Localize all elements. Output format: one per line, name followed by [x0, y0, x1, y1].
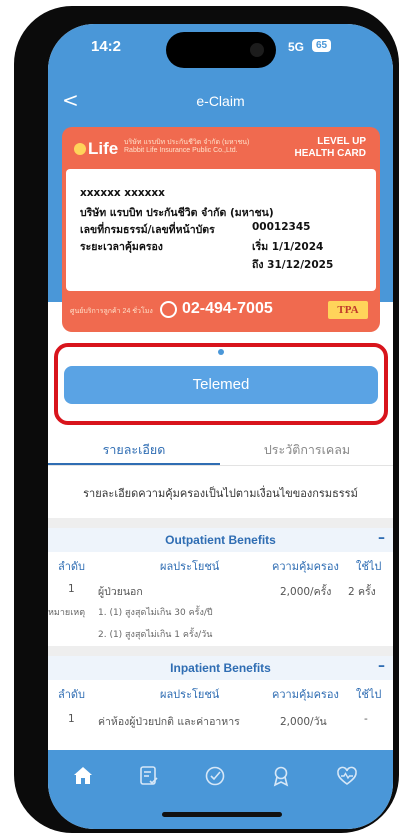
inpatient-column-header: ลำดับ ผลประโยชน์ ความคุ้มครอง ใช้ไป: [48, 680, 393, 704]
active-tab-underline: [48, 463, 220, 465]
col-benefit: ผลประโยชน์: [160, 688, 220, 701]
col-coverage: ความคุ้มครอง: [272, 688, 339, 701]
logo-text: Life: [88, 139, 119, 158]
battery-indicator: 65: [312, 39, 332, 52]
coverage-description: รายละเอียดความคุ้มครองเป็นไปตามเงื่อนไขข…: [83, 487, 358, 500]
holder-name: xxxxxx xxxxxx: [80, 187, 165, 199]
section-divider: [48, 646, 393, 656]
note-label: หมายเหตุ: [48, 608, 86, 618]
card-header: Life บริษัท แรบบิท ประกันชีวิต จำกัด (มห…: [62, 127, 380, 169]
table-row: 1 ค่าห้องผู้ป่วยปกติ และค่าอาหาร 2,000/ว…: [48, 708, 393, 732]
note-item: 2. (1) สูงสุดไม่เกิน 1 ครั้ง/วัน: [98, 630, 213, 640]
tab-detail[interactable]: รายละเอียด: [48, 440, 220, 460]
note-row: หมายเหตุ 1. (1) สูงสุดไม่เกิน 30 ครั้ง/ป…: [48, 600, 393, 624]
hotline-label: ศูนย์บริการลูกค้า 24 ชั่วโมง: [70, 308, 153, 315]
home-icon[interactable]: [71, 764, 95, 788]
row-used: -: [364, 713, 368, 725]
collapse-icon[interactable]: –: [378, 530, 385, 546]
row-used: 2 ครั้ง: [348, 586, 376, 598]
row-no: 1: [68, 713, 75, 725]
inpatient-title: Inpatient Benefits: [170, 661, 271, 675]
insurance-card: Life บริษัท แรบบิท ประกันชีวิต จำกัด (มห…: [62, 127, 380, 332]
card-level-line2: HEALTH CARD: [294, 148, 366, 159]
screen: 14:2 5G 65 < e-Claim Life บริษัท แรบบิท …: [48, 24, 393, 829]
outpatient-section-header[interactable]: Outpatient Benefits –: [48, 528, 393, 552]
card-footer: ศูนย์บริการลูกค้า 24 ชั่วโมง 02-494-7005…: [62, 291, 380, 332]
claim-list-icon[interactable]: [137, 764, 161, 788]
row-no: 1: [68, 583, 75, 595]
row-coverage: 2,000/ครั้ง: [280, 586, 332, 598]
table-row: 1 ผู้ป่วยนอก 2,000/ครั้ง 2 ครั้ง: [48, 578, 393, 602]
check-circle-icon[interactable]: [203, 764, 227, 788]
outpatient-title: Outpatient Benefits: [165, 533, 276, 547]
col-no: ลำดับ: [58, 688, 86, 701]
outpatient-column-header: ลำดับ ผลประโยชน์ ความคุ้มครอง ใช้ไป: [48, 552, 393, 576]
network-indicator: 5G: [288, 40, 305, 54]
col-used: ใช้ไป: [356, 560, 382, 573]
camera-icon: [250, 43, 264, 57]
nav-bar: < e-Claim: [48, 86, 393, 116]
insurer-name-english: Rabbit Life Insurance Public Co.,Ltd.: [124, 147, 238, 154]
period-end: ถึง 31/12/2025: [252, 259, 334, 271]
status-time: 14:2: [91, 38, 122, 55]
inpatient-section-header[interactable]: Inpatient Benefits –: [48, 656, 393, 680]
row-coverage: 2,000/วัน: [280, 716, 327, 728]
phone-icon: [160, 301, 177, 318]
company-name: บริษัท แรบบิท ประกันชีวิต จำกัด (มหาชน): [80, 207, 274, 219]
tab-claim-history[interactable]: ประวัติการเคลม: [221, 440, 393, 460]
tab-bar-detail: รายละเอียด ประวัติการเคลม: [48, 434, 393, 466]
col-benefit: ผลประโยชน์: [160, 560, 220, 573]
row-benefit: ค่าห้องผู้ป่วยปกติ และค่าอาหาร: [98, 716, 240, 728]
card-level: LEVEL UP HEALTH CARD: [295, 136, 366, 160]
phone-frame: 14:2 5G 65 < e-Claim Life บริษัท แรบบิท …: [14, 6, 399, 833]
note-row: 2. (1) สูงสุดไม่เกิน 1 ครั้ง/วัน: [48, 622, 393, 646]
col-no: ลำดับ: [58, 560, 86, 573]
card-level-line1: LEVEL UP: [317, 136, 366, 147]
collapse-icon[interactable]: –: [378, 658, 385, 674]
home-indicator[interactable]: [162, 812, 282, 817]
col-coverage: ความคุ้มครอง: [272, 560, 339, 573]
section-divider: [48, 518, 393, 528]
dynamic-island: [166, 32, 276, 68]
card-body: xxxxxx xxxxxx บริษัท แรบบิท ประกันชีวิต …: [66, 169, 376, 291]
period-start: เริ่ม 1/1/2024: [252, 241, 324, 253]
heart-pulse-icon[interactable]: [335, 764, 359, 788]
note-item: 1. (1) สูงสุดไม่เกิน 30 ครั้ง/ปี: [98, 608, 213, 618]
policy-number: 00012345: [252, 221, 311, 233]
policy-label: เลขที่กรมธรรม์/เลขที่หน้าบัตร: [80, 224, 215, 236]
logo-dot-icon: [74, 143, 86, 155]
col-used: ใช้ไป: [356, 688, 382, 701]
telemed-button[interactable]: Telemed: [64, 366, 378, 404]
hotline-number: 02-494-7005: [182, 300, 273, 317]
page-title: e-Claim: [196, 93, 245, 109]
award-icon[interactable]: [269, 764, 293, 788]
status-bar: 14:2 5G 65: [48, 24, 393, 80]
period-label: ระยะเวลาคุ้มครอง: [80, 241, 163, 253]
bottom-tab-bar: [48, 750, 393, 829]
tpa-badge: TPA: [328, 301, 368, 319]
rabbit-life-logo: Life: [74, 137, 119, 161]
row-benefit: ผู้ป่วยนอก: [98, 586, 143, 598]
